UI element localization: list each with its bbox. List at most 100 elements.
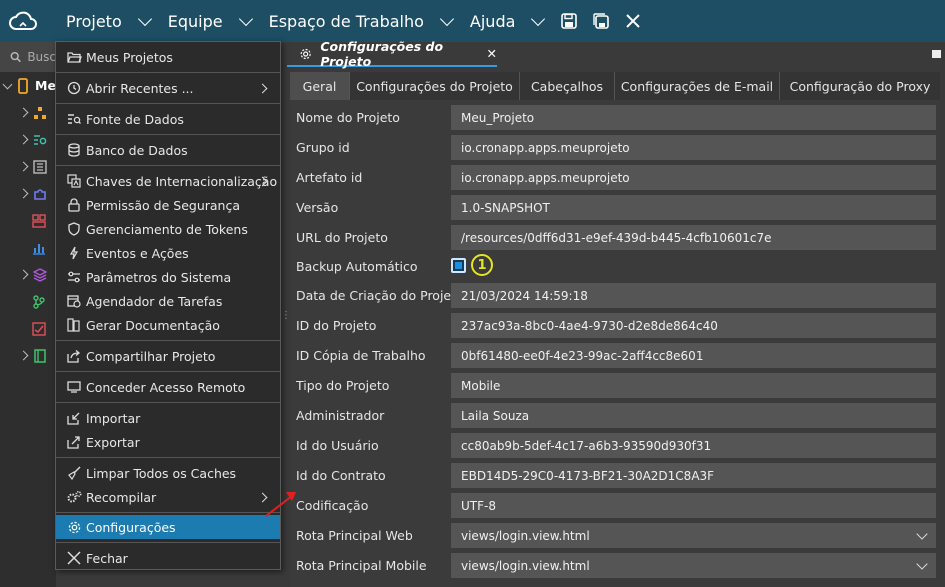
field-value: io.cronapp.apps.meuprojeto	[461, 170, 630, 185]
subtab-configuracoes-email[interactable]: Configurações de E-mail	[615, 72, 780, 100]
puzzle-icon	[34, 188, 46, 200]
subtab-configuracao-proxy[interactable]: Configuração do Proxy	[780, 72, 940, 100]
administrador-input[interactable]: Laila Souza	[451, 403, 936, 428]
menu-item-limpar-caches[interactable]: Limpar Todos os Caches	[56, 461, 280, 485]
field-label: Administrador	[296, 407, 385, 423]
menu-item-recompilar[interactable]: Recompilar	[56, 485, 280, 509]
url-projeto-input[interactable]: /resources/0dff6d31-e9ef-439d-b445-4cfb1…	[451, 225, 936, 250]
menu-ajuda[interactable]: Ajuda	[462, 0, 554, 42]
menu-label: Espaço de Trabalho	[268, 11, 424, 31]
tree-item[interactable]	[0, 261, 56, 288]
tree-item[interactable]	[0, 180, 56, 207]
save-icon[interactable]	[553, 0, 585, 42]
mobile-icon	[18, 77, 28, 94]
search-input[interactable]: Busc	[0, 42, 56, 72]
chevron-right-icon	[18, 188, 29, 199]
menu-item-acesso-remoto[interactable]: Conceder Acesso Remoto	[56, 375, 280, 399]
versao-input[interactable]: 1.0-SNAPSHOT	[451, 195, 936, 220]
tree-item[interactable]	[0, 288, 56, 315]
close-tab-icon[interactable]: ✕	[487, 46, 497, 61]
field-value: Meu_Projeto	[461, 110, 535, 125]
backup-automatico-checkbox[interactable]	[451, 258, 466, 273]
remote-access-icon	[66, 381, 82, 393]
nome-projeto-input[interactable]: Meu_Projeto	[451, 105, 936, 130]
field-nome-projeto: Nome do Projeto Meu_Projeto	[290, 102, 940, 132]
rota-mobile-select[interactable]: views/login.view.html	[451, 553, 936, 578]
data-criacao-input[interactable]: 21/03/2024 14:59:18	[451, 283, 936, 308]
tipo-projeto-input[interactable]: Mobile	[451, 373, 936, 398]
subtab-geral[interactable]: Geral	[290, 72, 350, 100]
field-label: Tipo do Projeto	[296, 377, 390, 393]
tree-item[interactable]	[0, 153, 56, 180]
menu-divider	[56, 165, 280, 166]
artefato-id-input[interactable]: io.cronapp.apps.meuprojeto	[451, 165, 936, 190]
subtab-configuracoes-projeto[interactable]: Configurações do Projeto	[350, 72, 520, 100]
tree-item[interactable]	[0, 234, 56, 261]
search-icon	[10, 51, 21, 63]
menu-item-fechar[interactable]: Fechar	[56, 546, 280, 570]
data-source-icon	[34, 134, 47, 145]
menu-item-agendador-tarefas[interactable]: Agendador de Tarefas	[56, 289, 280, 313]
database-icon	[66, 143, 82, 157]
menu-item-compartilhar-projeto[interactable]: Compartilhar Projeto	[56, 344, 280, 368]
broom-icon	[66, 466, 82, 480]
menu-item-eventos-acoes[interactable]: Eventos e Ações	[56, 241, 280, 265]
sliders-icon	[66, 271, 82, 283]
menu-item-abrir-recentes[interactable]: Abrir Recentes ...	[56, 76, 280, 100]
menu-item-label: Gerenciamento de Tokens	[86, 221, 248, 237]
menu-divider	[56, 542, 280, 543]
field-value: /resources/0dff6d31-e9ef-439d-b445-4cfb1…	[461, 230, 772, 245]
menu-item-label: Fechar	[86, 550, 128, 566]
menu-espaco-trabalho[interactable]: Espaço de Trabalho	[261, 0, 462, 42]
tree-item-root[interactable]: Me	[0, 72, 56, 99]
menu-projeto[interactable]: Projeto	[46, 0, 160, 42]
id-projeto-input[interactable]: 237ac93a-8bc0-4ae4-9730-d2e8de864c40	[451, 313, 936, 338]
menu-item-chaves-i18n[interactable]: Chaves de Internacionalização	[56, 169, 280, 193]
subtab-cabecalhos[interactable]: Cabeçalhos	[520, 72, 615, 100]
menu-item-label: Permissão de Segurança	[86, 197, 240, 213]
field-label: ID Cópia de Trabalho	[296, 347, 426, 363]
id-copia-trabalho-input[interactable]: 0bf61480-ee0f-4e23-99ac-2aff4cc8e601	[451, 343, 936, 368]
field-value: views/login.view.html	[461, 558, 590, 573]
panel-splitter[interactable]: ⋮	[281, 310, 291, 324]
menu-item-label: Gerar Documentação	[86, 317, 220, 333]
menu-item-exportar[interactable]: Exportar	[56, 430, 280, 454]
field-label: Backup Automático	[296, 258, 418, 274]
menu-item-label: Fonte de Dados	[86, 111, 184, 127]
id-contrato-input[interactable]: EBD14D5-29C0-4173-BF21-30A2D1C8A3F	[451, 463, 936, 488]
menu-item-gerar-documentacao[interactable]: Gerar Documentação	[56, 313, 280, 337]
chevron-right-icon	[18, 134, 29, 145]
close-icon[interactable]	[617, 0, 649, 42]
codificacao-input[interactable]: UTF-8	[451, 493, 936, 518]
menu-item-fonte-dados[interactable]: Fonte de Dados	[56, 107, 280, 131]
menu-item-permissao-seguranca[interactable]: Permissão de Segurança	[56, 193, 280, 217]
checklist-icon	[32, 321, 46, 336]
menu-item-parametros-sistema[interactable]: Parâmetros do Sistema	[56, 265, 280, 289]
menu-item-gerenciamento-tokens[interactable]: Gerenciamento de Tokens	[56, 217, 280, 241]
field-id-contrato: Id do Contrato EBD14D5-29C0-4173-BF21-30…	[290, 460, 940, 490]
tree-item[interactable]	[0, 126, 56, 153]
menu-item-configuracoes[interactable]: Configurações	[56, 515, 280, 539]
tree-item[interactable]	[0, 315, 56, 342]
grupo-id-input[interactable]: io.cronapp.apps.meuprojeto	[451, 135, 936, 160]
chevron-right-icon	[257, 83, 268, 93]
tree-item[interactable]	[0, 207, 56, 234]
rota-web-select[interactable]: views/login.view.html	[451, 523, 936, 548]
menu-item-meus-projetos[interactable]: Meus Projetos	[56, 45, 280, 69]
share-icon	[66, 349, 82, 363]
field-url-projeto: URL do Projeto /resources/0dff6d31-e9ef-…	[290, 222, 940, 252]
cloud-logo-icon[interactable]	[0, 0, 46, 42]
menu-equipe[interactable]: Equipe	[160, 0, 261, 42]
menu-item-importar[interactable]: Importar	[56, 406, 280, 430]
tab-configuracoes-projeto[interactable]: Configurações do Projeto ✕	[287, 39, 497, 69]
save-all-icon[interactable]	[585, 0, 617, 42]
tree-item[interactable]	[0, 342, 56, 369]
lock-icon	[66, 198, 82, 212]
close-icon	[66, 551, 82, 565]
menu-item-banco-dados[interactable]: Banco de Dados	[56, 138, 280, 162]
field-value: 21/03/2024 14:59:18	[461, 288, 588, 303]
tree-item[interactable]	[0, 99, 56, 126]
maximize-icon[interactable]	[932, 50, 941, 58]
menu-label: Ajuda	[469, 11, 516, 31]
id-usuario-input[interactable]: cc80ab9b-5def-4c17-a6b3-93590d930f31	[451, 433, 936, 458]
